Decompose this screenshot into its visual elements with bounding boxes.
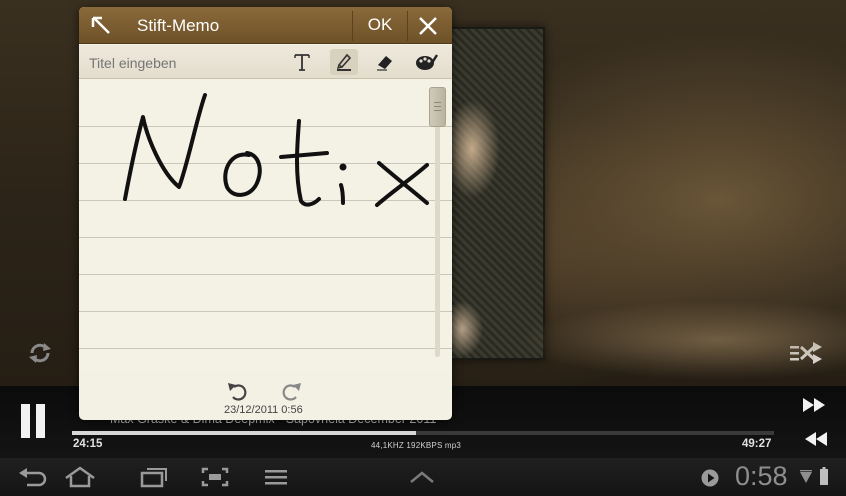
pause-icon [21, 404, 30, 438]
header-divider [407, 11, 408, 41]
back-button[interactable] [12, 464, 52, 490]
menu-button[interactable] [256, 464, 296, 490]
ok-button[interactable]: OK [359, 15, 401, 37]
back-icon [19, 468, 47, 487]
memo-toolbar [79, 45, 452, 79]
eraser-tool-icon [377, 56, 392, 71]
player-background: Max Graske & Dima Deepmix - Sapovnela De… [0, 0, 846, 496]
previous-button[interactable] [801, 430, 829, 448]
palette-tool-icon [416, 54, 439, 70]
pen-tool-button[interactable] [330, 49, 358, 75]
repeat-button[interactable] [22, 336, 58, 370]
close-icon [419, 17, 437, 35]
undo-button[interactable] [225, 381, 249, 401]
pen-tool-icon [336, 53, 352, 71]
home-icon [65, 466, 95, 488]
close-button[interactable] [414, 14, 442, 38]
screenshot-button[interactable] [195, 464, 235, 490]
wifi-icon [800, 470, 812, 484]
shuffle-icon [790, 342, 822, 364]
time-current: 24:15 [73, 438, 103, 450]
scroll-thumb[interactable] [429, 87, 446, 127]
music-playing-icon[interactable] [701, 469, 719, 487]
audio-info: 44,1KHZ 192KBPS mp3 [371, 441, 462, 450]
text-tool-icon [294, 54, 310, 71]
shuffle-button[interactable] [786, 338, 826, 368]
expand-button[interactable] [89, 14, 115, 38]
pause-button[interactable] [18, 404, 48, 438]
mini-apps-tray-button[interactable] [402, 464, 442, 490]
expand-arrow-icon [91, 16, 110, 34]
next-button[interactable] [801, 396, 829, 414]
redo-button[interactable] [280, 381, 304, 401]
recent-apps-icon [140, 468, 167, 488]
palette-tool-button[interactable] [413, 49, 441, 75]
menu-icon [265, 470, 287, 485]
undo-icon [228, 383, 247, 401]
progress-fill [72, 431, 416, 435]
album-art [440, 27, 545, 360]
battery-icon [820, 467, 828, 485]
home-button[interactable] [60, 464, 100, 490]
header-divider [352, 11, 353, 41]
handwritten-note [109, 87, 429, 222]
scroll-track [435, 87, 440, 357]
screenshot-icon [201, 467, 229, 487]
title-input[interactable] [89, 53, 279, 73]
rewind-icon [805, 432, 827, 446]
chevron-up-icon [410, 471, 434, 483]
memo-title: Stift-Memo [137, 16, 220, 35]
system-bar: 0:58 [0, 458, 846, 496]
memo-date: 23/12/2011 0:56 [224, 404, 303, 416]
recent-apps-button[interactable] [134, 464, 174, 490]
clock: 0:58 [735, 461, 788, 491]
eraser-tool-button[interactable] [371, 49, 399, 75]
memo-window: Stift-Memo OK Titel eingeben 23/12/2011 … [79, 7, 452, 420]
time-total: 49:27 [742, 438, 772, 450]
fast-forward-icon [803, 398, 825, 412]
progress-bar[interactable] [72, 431, 774, 435]
redo-icon [282, 383, 301, 401]
memo-header: Stift-Memo OK [79, 7, 452, 44]
text-tool-button[interactable] [288, 49, 316, 75]
repeat-icon [29, 343, 51, 363]
